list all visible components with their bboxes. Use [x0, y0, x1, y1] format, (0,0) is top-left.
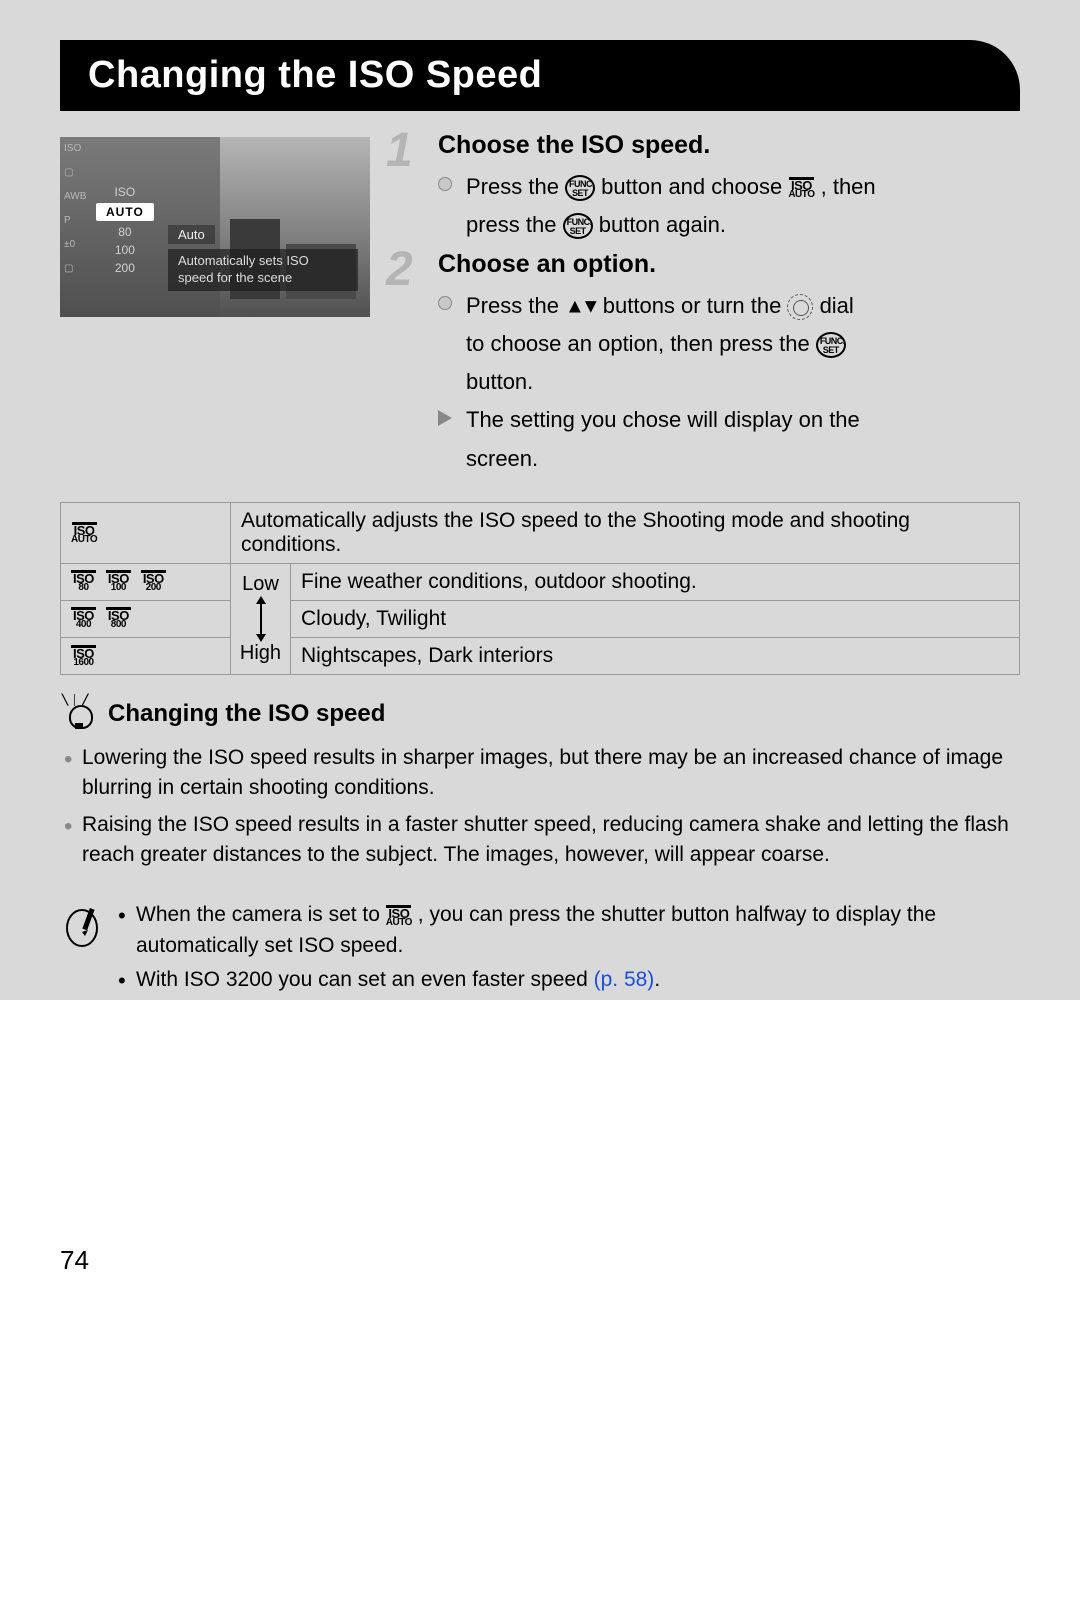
table-row: ISO400 ISO800 Cloudy, Twilight	[61, 600, 1020, 637]
step-line: button.	[438, 365, 1020, 399]
table-row: ISO1600 Nightscapes, Dark interiors	[61, 637, 1020, 674]
iso-table: ISOAUTO Automatically adjusts the ISO sp…	[60, 502, 1020, 675]
page-title: Changing the ISO Speed	[60, 40, 1020, 111]
steps: 1 Choose the ISO speed. Press the FUNC.S…	[394, 131, 1020, 484]
tip-item: Lowering the ISO speed results in sharpe…	[64, 743, 1016, 804]
step-line: press the FUNC.SET button again.	[438, 208, 1020, 242]
intro-row: ISO▢AWBP±0▢ ISO AUTO 80 100 200 Auto Aut…	[60, 131, 1020, 484]
low-high-arrow-icon	[254, 596, 268, 642]
step-line: The setting you chose will display on th…	[438, 403, 1020, 437]
step-2: 2 Choose an option. Press the ▲▼ buttons…	[394, 250, 1020, 475]
iso-800-icon: ISO800	[106, 607, 131, 630]
tip-item: Raising the ISO speed results in a faste…	[64, 810, 1016, 871]
table-row: ISO80 ISO100 ISO200 Low High Fine weathe…	[61, 563, 1020, 600]
page-number: 74	[60, 1245, 89, 1276]
table-cell: Cloudy, Twilight	[291, 600, 1020, 637]
step-line: screen.	[438, 442, 1020, 476]
iso-auto-icon: ISOAUTO	[788, 177, 814, 200]
bullet-dot-icon	[438, 296, 452, 310]
step-line: to choose an option, then press the FUNC…	[438, 327, 1020, 361]
iso-1600-icon: ISO1600	[71, 645, 96, 668]
step-title: Choose an option.	[438, 250, 1020, 279]
page-link[interactable]: (p. 58)	[594, 968, 655, 991]
iso-200-icon: ISO200	[141, 570, 166, 593]
table-cell: Fine weather conditions, outdoor shootin…	[291, 563, 1020, 600]
manual-page: Changing the ISO Speed ISO▢AWBP±0▢ ISO A…	[0, 0, 1080, 1000]
table-row: ISOAUTO Automatically adjusts the ISO sp…	[61, 502, 1020, 563]
note-item: With ISO 3200 you can set an even faster…	[118, 965, 1016, 995]
step-number: 2	[386, 242, 413, 297]
control-dial-icon	[787, 294, 813, 320]
note-section: When the camera is set to ISOAUTO , you …	[60, 900, 1020, 999]
iso-100-icon: ISO100	[106, 570, 131, 593]
pencil-note-icon	[64, 904, 100, 948]
tip-section: ╲│╱ Changing the ISO speed Lowering the …	[60, 697, 1020, 887]
step-line: Press the ▲▼ buttons or turn the dial	[438, 289, 1020, 323]
lcd-desc: Automatically sets ISO speed for the sce…	[168, 249, 358, 291]
up-down-arrows-icon: ▲▼	[565, 296, 597, 318]
step-title: Choose the ISO speed.	[438, 131, 1020, 160]
iso-auto-icon: ISOAUTO	[386, 905, 412, 928]
func-set-icon: FUNC.SET	[816, 332, 846, 358]
iso-80-icon: ISO80	[71, 570, 96, 593]
lightbulb-icon: ╲│╱	[64, 697, 94, 731]
camera-lcd-preview: ISO▢AWBP±0▢ ISO AUTO 80 100 200 Auto Aut…	[60, 137, 370, 317]
bullet-dot-icon	[438, 177, 452, 191]
result-arrow-icon	[438, 410, 452, 426]
iso-auto-icon: ISOAUTO	[71, 522, 97, 545]
step-number: 1	[386, 123, 413, 178]
level-high-label: High	[240, 642, 281, 665]
func-set-icon: FUNC.SET	[563, 213, 593, 239]
lcd-auto-label: Auto	[168, 225, 215, 244]
func-set-icon: FUNC.SET	[565, 175, 595, 201]
table-cell: Automatically adjusts the ISO speed to t…	[231, 502, 1020, 563]
tip-title: Changing the ISO speed	[108, 700, 385, 728]
note-item: When the camera is set to ISOAUTO , you …	[118, 900, 1016, 961]
level-low-label: Low	[242, 573, 279, 596]
step-line: Press the FUNC.SET button and choose ISO…	[438, 170, 1020, 204]
step-1: 1 Choose the ISO speed. Press the FUNC.S…	[394, 131, 1020, 242]
iso-400-icon: ISO400	[71, 607, 96, 630]
table-cell: Nightscapes, Dark interiors	[291, 637, 1020, 674]
